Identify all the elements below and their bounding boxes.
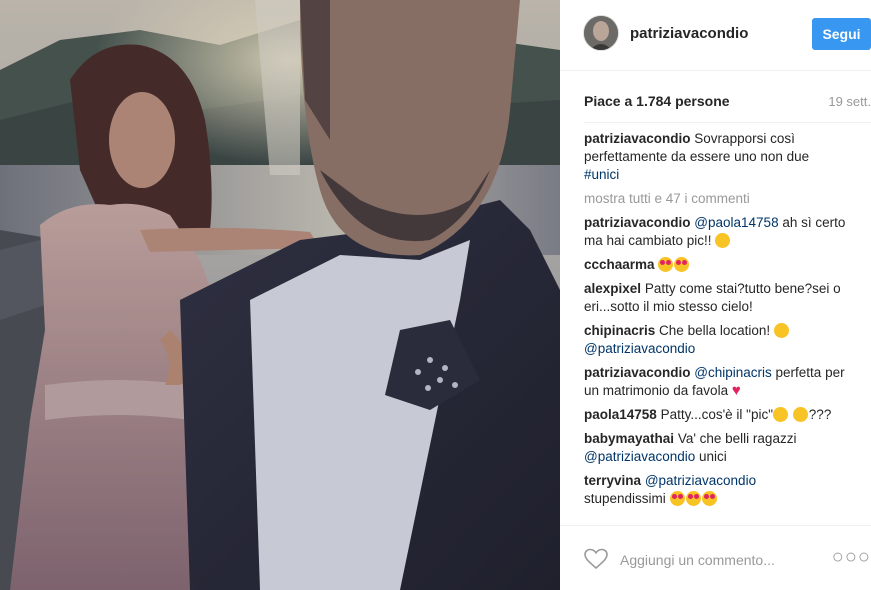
- comment-item: patriziavacondio @paola14758 ah sì certo…: [584, 214, 854, 250]
- likes-count[interactable]: Piace a 1.784 persone: [584, 93, 730, 109]
- comment-username[interactable]: chipinacris: [584, 323, 655, 338]
- more-options-icon[interactable]: ○○○: [832, 547, 871, 567]
- post-sidebar: patriziavacondio Segui Piace a 1.784 per…: [560, 0, 871, 590]
- comment-item: ccchaarma: [584, 256, 854, 274]
- caption-username[interactable]: patriziavacondio: [584, 131, 691, 146]
- comment-mention[interactable]: @patriziavacondio: [584, 449, 695, 464]
- add-comment-input[interactable]: [618, 548, 822, 572]
- comment-mention[interactable]: @chipinacris: [694, 365, 771, 380]
- divider: [584, 122, 871, 123]
- post-username[interactable]: patriziavacondio: [630, 25, 748, 42]
- comment-username[interactable]: ccchaarma: [584, 257, 655, 272]
- show-all-comments-link[interactable]: mostra tutti e 47 i commenti: [584, 190, 854, 208]
- heart-eyes-icon: [658, 257, 674, 272]
- comments-list[interactable]: patriziavacondio Sovrapporsi così perfet…: [584, 130, 854, 525]
- red-heart-icon: ♥: [731, 382, 741, 399]
- comment-text: Che bella location!: [659, 323, 771, 338]
- heart-eyes-icon: [669, 491, 685, 506]
- comment-item: paola14758 Patty...cos'è il "pic" ???: [584, 406, 854, 424]
- comment-username[interactable]: terryvina: [584, 473, 641, 488]
- comment-item: patriziavacondio @chipinacris perfetta p…: [584, 364, 854, 400]
- post-photo[interactable]: [0, 0, 560, 590]
- comment-username[interactable]: alexpixel: [584, 281, 641, 296]
- post-date[interactable]: 19 sett.: [828, 94, 871, 109]
- post-header: patriziavacondio Segui: [560, 0, 871, 71]
- avatar[interactable]: [583, 15, 619, 51]
- comment-mention[interactable]: @paola14758: [694, 215, 778, 230]
- comment-mention[interactable]: @patriziavacondio: [584, 341, 695, 356]
- heart-eyes-icon: [674, 257, 690, 272]
- comment-username[interactable]: babymayathai: [584, 431, 674, 446]
- tongue-face-icon: [715, 233, 731, 248]
- caption: patriziavacondio Sovrapporsi così perfet…: [584, 130, 854, 184]
- comment-username[interactable]: paola14758: [584, 407, 657, 422]
- follow-button[interactable]: Segui: [812, 18, 871, 50]
- comment-text: Patty...cos'è il "pic": [660, 407, 774, 422]
- comment-text: Va' che belli ragazzi: [677, 431, 797, 446]
- tongue-face-icon: [773, 323, 789, 338]
- worried-face-icon: [792, 407, 808, 422]
- comment-footer: ○○○: [560, 525, 871, 590]
- comment-item: babymayathai Va' che belli ragazzi @patr…: [584, 430, 854, 466]
- comment-text-after: ???: [808, 407, 832, 422]
- comment-item: chipinacris Che bella location! @patrizi…: [584, 322, 854, 358]
- comment-mention[interactable]: @patriziavacondio: [645, 473, 756, 488]
- sad-face-icon: [773, 407, 789, 422]
- comment-text: stupendissimi: [584, 491, 666, 506]
- comment-username[interactable]: patriziavacondio: [584, 215, 691, 230]
- instagram-post-modal: patriziavacondio Segui Piace a 1.784 per…: [0, 0, 871, 590]
- couple-photo: [0, 0, 560, 590]
- heart-eyes-icon: [685, 491, 701, 506]
- comment-username[interactable]: patriziavacondio: [584, 365, 691, 380]
- comment-item: alexpixel Patty come stai?tutto bene?sei…: [584, 280, 854, 316]
- comment-text-after: unici: [695, 449, 727, 464]
- caption-hashtag[interactable]: #unici: [584, 167, 619, 182]
- heart-eyes-icon: [701, 491, 717, 506]
- comment-item: terryvina @patriziavacondio stupendissim…: [584, 472, 854, 508]
- heart-icon[interactable]: [584, 548, 608, 570]
